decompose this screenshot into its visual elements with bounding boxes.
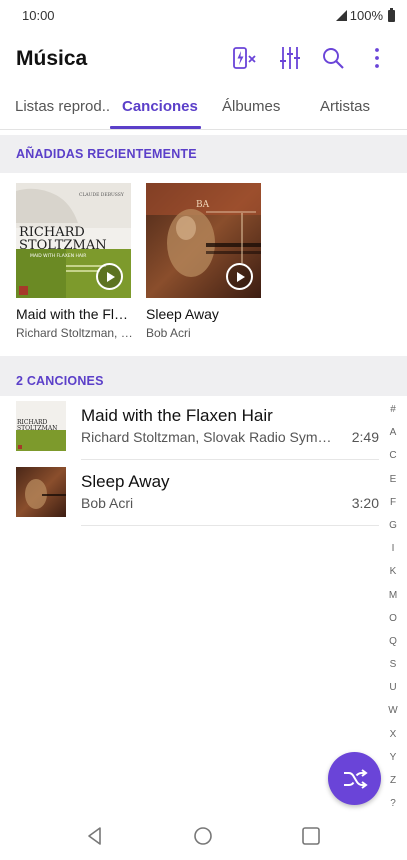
song-thumbnail: RICHARD STOLTZMAN	[16, 401, 66, 451]
tab-albums[interactable]: Álbumes	[222, 98, 280, 115]
battery-percent: 100%	[349, 8, 383, 23]
alpha-index-letter[interactable]: #	[384, 398, 402, 421]
recents-icon[interactable]	[300, 825, 322, 847]
play-button[interactable]	[226, 263, 253, 290]
tab-playlists[interactable]: Listas reprod..	[15, 98, 110, 115]
song-artist: Bob Acri	[81, 495, 134, 511]
song-title: Sleep Away	[81, 472, 170, 491]
album-art-text: BA	[196, 200, 210, 210]
album-artist: Bob Acri	[146, 326, 191, 340]
alpha-index-letter[interactable]: Z	[384, 769, 402, 792]
status-bar: 10:00 100%	[0, 0, 407, 32]
navigation-bar	[0, 812, 407, 860]
back-icon[interactable]	[84, 825, 106, 847]
alpha-index-letter[interactable]: F	[384, 491, 402, 514]
divider	[81, 459, 379, 460]
song-row[interactable]: Sleep Away Bob Acri 3:20	[0, 464, 385, 530]
album-art-composer-text: CLAUDE DEBUSSY	[79, 192, 125, 198]
album-art-text-line2: STOLTZMAN	[19, 238, 107, 253]
signal-icon	[335, 10, 347, 21]
album-title: Sleep Away	[146, 306, 219, 322]
home-icon[interactable]	[192, 825, 214, 847]
battery-icon	[388, 7, 395, 22]
shuffle-icon	[343, 768, 368, 789]
alphabet-index[interactable]: # A C E F G I K M O Q S U W X Y Z ?	[384, 398, 402, 815]
album-art[interactable]: CLAUDE DEBUSSY RICHARD STOLTZMAN MAID WI…	[16, 183, 131, 298]
album-art-text-line3: MAID WITH FLAXEN HAIR	[30, 253, 86, 259]
song-duration: 3:20	[351, 495, 379, 511]
section-header-songs: 2 CANCIONES	[0, 356, 407, 396]
equalizer-icon[interactable]	[277, 44, 303, 72]
album-artist: Richard Stoltzman, Slovak Radio Symphony…	[16, 326, 134, 340]
alpha-index-letter[interactable]: E	[384, 468, 402, 491]
alpha-index-letter[interactable]: M	[384, 584, 402, 607]
album-art[interactable]: BA	[146, 183, 261, 298]
tab-songs[interactable]: Canciones	[122, 98, 198, 115]
page-title: Música	[16, 47, 88, 70]
song-title: Maid with the Flaxen Hair	[81, 406, 273, 425]
song-duration: 2:49	[351, 429, 379, 445]
active-tab-indicator	[110, 126, 201, 129]
shuffle-button[interactable]	[328, 752, 381, 805]
lightning-card-off-icon[interactable]	[232, 44, 258, 72]
svg-text:STOLTZMAN: STOLTZMAN	[17, 425, 57, 432]
alpha-index-letter[interactable]: O	[384, 607, 402, 630]
app-bar: Música	[0, 32, 407, 88]
alpha-index-letter[interactable]: Q	[384, 630, 402, 653]
song-row[interactable]: RICHARD STOLTZMAN Maid with the Flaxen H…	[0, 398, 385, 464]
more-vert-icon[interactable]	[364, 44, 390, 72]
tab-bar: Listas reprod.. Canciones Álbumes Artist…	[0, 90, 407, 130]
tab-artists[interactable]: Artistas	[320, 98, 370, 115]
section-header-recent: AÑADIDAS RECIENTEMENTE	[0, 135, 407, 173]
alpha-index-letter[interactable]: G	[384, 514, 402, 537]
alpha-index-letter[interactable]: C	[384, 444, 402, 467]
alpha-index-letter[interactable]: Y	[384, 746, 402, 769]
section-header-songs-label: 2 CANCIONES	[16, 374, 104, 388]
search-icon[interactable]	[320, 44, 346, 72]
section-header-recent-label: AÑADIDAS RECIENTEMENTE	[16, 147, 197, 161]
album-title: Maid with the Flaxen Hair	[16, 306, 134, 322]
play-button[interactable]	[96, 263, 123, 290]
alpha-index-letter[interactable]: U	[384, 676, 402, 699]
alpha-index-letter[interactable]: I	[384, 537, 402, 560]
song-thumbnail	[16, 467, 66, 517]
alpha-index-letter[interactable]: W	[384, 699, 402, 722]
status-time: 10:00	[22, 8, 55, 23]
alpha-index-letter[interactable]: A	[384, 421, 402, 444]
alpha-index-letter[interactable]: K	[384, 560, 402, 583]
status-indicators: 100%	[335, 7, 395, 23]
alpha-index-letter[interactable]: S	[384, 653, 402, 676]
song-artist: Richard Stoltzman, Slovak Radio Symphony…	[81, 429, 339, 445]
divider	[81, 525, 379, 526]
alpha-index-letter[interactable]: X	[384, 723, 402, 746]
